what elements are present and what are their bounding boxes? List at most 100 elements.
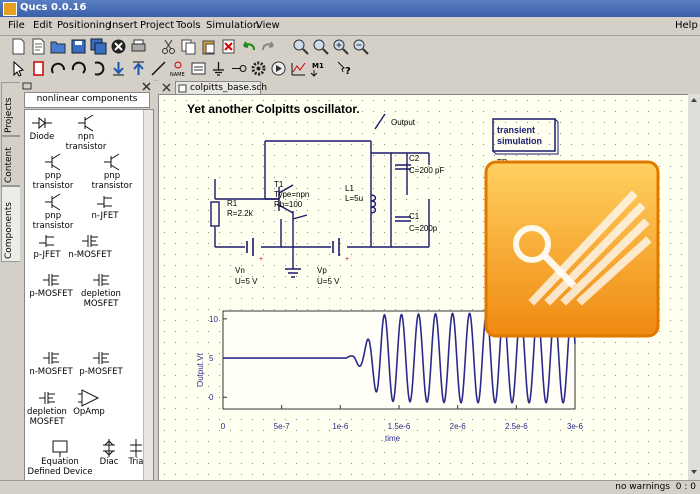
list-item-label: OpAmp xyxy=(73,407,105,417)
port-icon[interactable] xyxy=(230,60,247,77)
list-item-label: pnp transistor xyxy=(32,171,74,191)
view-data-icon[interactable] xyxy=(290,60,307,77)
list-item-label: depletion MOSFET xyxy=(81,289,121,309)
cut-icon[interactable] xyxy=(160,38,177,55)
menu-insert[interactable]: Insert xyxy=(109,20,138,31)
sim-box[interactable] xyxy=(492,118,556,152)
ground-symbol xyxy=(285,263,301,278)
list-item-label: p-MOSFET xyxy=(29,289,73,299)
ground-icon[interactable] xyxy=(210,60,227,77)
zoom-fit-icon[interactable] xyxy=(292,38,309,55)
paste-icon[interactable] xyxy=(200,38,217,55)
mirror-y-icon[interactable] xyxy=(70,60,87,77)
select-icon[interactable] xyxy=(10,60,27,77)
category-select[interactable]: nonlinear components xyxy=(24,92,150,108)
menu-tools[interactable]: Tools xyxy=(176,20,201,31)
undo-icon[interactable] xyxy=(240,38,257,55)
list-item-diode[interactable]: Diode xyxy=(27,113,57,143)
menu-project[interactable]: Project xyxy=(140,20,174,31)
menu-view[interactable]: View xyxy=(256,20,280,31)
float-panel-icon[interactable] xyxy=(22,82,32,90)
y-tick-label: 10 xyxy=(209,315,218,324)
list-item-label: Diode xyxy=(29,132,55,142)
menu-help[interactable]: Help xyxy=(675,20,698,31)
tab-colpitts-base[interactable]: colpitts_base.sch xyxy=(175,81,267,95)
go-into-icon[interactable] xyxy=(110,60,127,77)
whats-this-icon[interactable]: ? xyxy=(336,60,353,77)
zoom-in-icon[interactable] xyxy=(332,38,349,55)
gear-icon[interactable] xyxy=(250,60,267,77)
close-icon[interactable] xyxy=(110,38,127,55)
tab-content[interactable]: Content xyxy=(1,136,21,186)
list-item-label: p-MOSFET xyxy=(79,367,123,377)
list-item-pjfet[interactable]: p-JFET xyxy=(29,231,65,261)
plot-x-label: time xyxy=(385,434,401,443)
close-doc-icon[interactable] xyxy=(161,82,172,93)
list-item-pmosfet[interactable]: p-MOSFET xyxy=(27,270,75,300)
zoom-select-icon[interactable] xyxy=(312,38,329,55)
edit-properties-icon[interactable] xyxy=(30,60,47,77)
close-panel-icon[interactable] xyxy=(142,82,151,91)
list-item-nmosfet-2[interactable]: n-MOSFET xyxy=(27,348,75,378)
mirror-x-icon[interactable] xyxy=(50,60,67,77)
menu-file[interactable]: File xyxy=(8,20,25,31)
tab-components[interactable]: Components xyxy=(1,186,21,262)
app-icon xyxy=(3,2,17,16)
component-list-scrollbar[interactable] xyxy=(143,110,153,490)
list-item-depletion-mosfet[interactable]: depletion MOSFET xyxy=(77,270,125,309)
list-item-pnp-3[interactable]: pnp transistor xyxy=(25,192,81,231)
title-bar: Qucs 0.0.16 xyxy=(0,0,700,17)
menu-bar: File Edit Positioning Insert Project Too… xyxy=(0,17,700,36)
list-item-pnp[interactable]: pnp transistor xyxy=(25,152,81,191)
list-item-nmosfet[interactable]: n-MOSFET xyxy=(65,231,115,261)
equation-icon[interactable] xyxy=(190,60,207,77)
r1-symbol[interactable] xyxy=(210,201,220,227)
svg-text:NAME: NAME xyxy=(170,72,185,77)
wire-icon[interactable] xyxy=(150,60,167,77)
list-item-npn[interactable]: npn transistor xyxy=(57,113,115,152)
list-item-equation-device[interactable]: Equation Defined Device xyxy=(25,438,95,477)
menu-simulation[interactable]: Simulation xyxy=(206,20,259,31)
list-item-depletion-mosfet-2[interactable]: depletion MOSFET xyxy=(27,388,67,427)
list-item-opamp[interactable]: OpAmp xyxy=(71,388,107,418)
list-item-pnp-2[interactable]: pnp transistor xyxy=(83,152,141,191)
canvas-scrollbar[interactable] xyxy=(688,94,700,480)
redo-icon[interactable] xyxy=(260,38,277,55)
save-icon[interactable] xyxy=(70,38,87,55)
list-item-label: Equation Defined Device xyxy=(27,457,93,477)
tab-projects[interactable]: Projects xyxy=(1,82,21,136)
list-item-label: npn transistor xyxy=(65,132,107,152)
save-all-icon[interactable] xyxy=(90,38,107,55)
simulate-icon[interactable] xyxy=(270,60,287,77)
diac-icon xyxy=(103,439,115,457)
x-tick-label: 2e-6 xyxy=(450,422,467,431)
list-item-njfet[interactable]: n-JFET xyxy=(85,192,125,222)
l1-name: L1 xyxy=(345,184,354,193)
copy-icon[interactable] xyxy=(180,38,197,55)
new-file-icon[interactable] xyxy=(10,38,27,55)
x-tick-label: 0 xyxy=(221,422,226,431)
n-jfet-icon xyxy=(97,196,112,208)
new-text-icon[interactable] xyxy=(30,38,47,55)
menu-positioning[interactable]: Positioning xyxy=(57,20,111,31)
sim-box-line-2: simulation xyxy=(497,136,542,146)
marker-icon[interactable]: M1 xyxy=(310,60,327,77)
delete-icon[interactable] xyxy=(220,38,237,55)
sim-box-line-1: transient xyxy=(497,125,535,135)
l1-value: L=5u xyxy=(345,194,363,203)
rotate-icon[interactable] xyxy=(90,60,107,77)
go-out-icon[interactable] xyxy=(130,60,147,77)
status-bar: no warnings 0 : 0 xyxy=(0,480,700,494)
print-icon[interactable] xyxy=(130,38,147,55)
menu-edit[interactable]: Edit xyxy=(33,20,52,31)
p-mosfet-icon xyxy=(93,352,109,364)
scroll-arrows xyxy=(691,98,697,474)
zoom-out-icon[interactable] xyxy=(352,38,369,55)
vn-plus: + xyxy=(259,256,263,263)
label-icon[interactable]: NAME xyxy=(170,60,187,78)
open-icon[interactable] xyxy=(50,38,67,55)
sidebar-tabs: Projects Content Components xyxy=(0,80,21,493)
list-item-pmosfet-2[interactable]: p-MOSFET xyxy=(77,348,125,378)
vn-value: U=5 V xyxy=(235,277,258,286)
list-item-diac[interactable]: Diac xyxy=(97,438,121,468)
